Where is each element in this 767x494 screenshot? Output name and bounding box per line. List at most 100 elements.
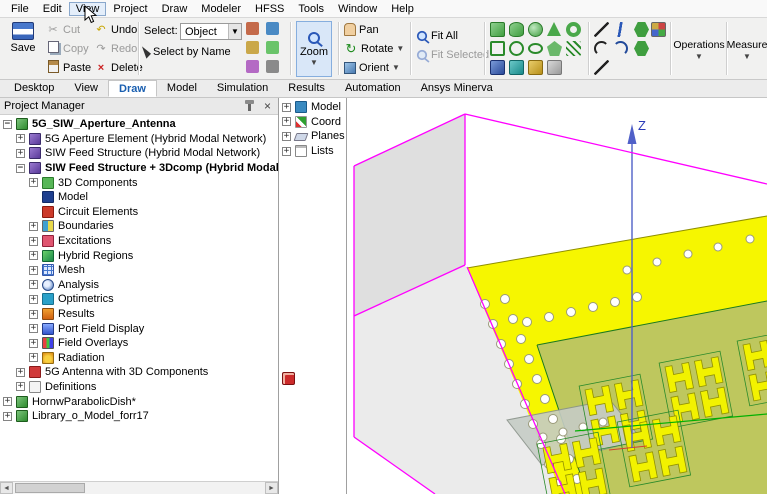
pin-icon[interactable] — [248, 102, 251, 111]
menu-item[interactable]: Help — [384, 2, 421, 16]
tree-item[interactable]: + HornwParabolicDish* — [0, 394, 278, 409]
draw-polygon-icon[interactable] — [547, 41, 562, 56]
ribbon-tab[interactable]: View — [64, 80, 108, 97]
scroll-left-button[interactable]: ◄ — [0, 482, 13, 494]
tree-expander[interactable]: + — [29, 178, 38, 187]
scrollbar-thumb[interactable] — [15, 483, 85, 493]
draw-cone-icon[interactable] — [547, 22, 561, 36]
zoom-button[interactable]: Zoom ▼ — [296, 21, 332, 77]
tree-expander[interactable]: + — [282, 103, 291, 112]
draw-ellipse-icon[interactable] — [528, 43, 543, 54]
select-faces-icon[interactable] — [246, 22, 259, 35]
draw-rectangle-icon[interactable] — [490, 41, 505, 56]
select-behind-icon[interactable] — [266, 60, 279, 73]
delete-button[interactable]: ×Delete — [94, 58, 143, 77]
fit-all-button[interactable]: Fit All — [416, 26, 489, 45]
draw-torus-icon[interactable] — [566, 22, 581, 37]
redo-button[interactable]: ↷Redo — [94, 39, 143, 58]
undo-button[interactable]: ↶Undo — [94, 20, 143, 39]
tree-expander[interactable]: + — [282, 147, 291, 156]
save-button[interactable]: Save — [6, 22, 40, 54]
tree-expander[interactable]: + — [29, 353, 38, 362]
orient-button[interactable]: Orient▼ — [344, 58, 404, 77]
pan-button[interactable]: Pan — [344, 20, 404, 39]
tree-item[interactable]: + Boundaries — [0, 219, 278, 234]
tree-item[interactable]: + Lists — [279, 144, 346, 159]
tree-item[interactable]: + 3D Components — [0, 175, 278, 190]
draw-box-icon[interactable] — [490, 22, 505, 37]
select-edges-icon[interactable] — [266, 22, 279, 35]
tree-item[interactable]: + Coord — [279, 115, 346, 130]
scroll-right-button[interactable]: ► — [265, 482, 278, 494]
tree-expander[interactable]: + — [29, 251, 38, 260]
select-multi-icon[interactable] — [246, 60, 259, 73]
menu-item[interactable]: Window — [331, 2, 384, 16]
menu-item[interactable]: Tools — [291, 2, 331, 16]
tree-item[interactable]: + Radiation — [0, 351, 278, 366]
menu-item[interactable]: Draw — [155, 2, 195, 16]
select-objects-icon[interactable] — [266, 41, 279, 54]
draw-helix-icon[interactable] — [566, 41, 581, 56]
tree-expander[interactable]: + — [16, 134, 25, 143]
draw-regular-polyhedron-icon[interactable] — [634, 41, 649, 56]
draw-spiral-icon[interactable] — [528, 60, 543, 75]
copy-button[interactable]: Copy — [46, 39, 91, 58]
tree-expander[interactable]: + — [282, 117, 291, 126]
ribbon-tab[interactable]: Results — [278, 80, 335, 97]
tree-expander[interactable]: + — [29, 310, 38, 319]
tree-item[interactable]: + Port Field Display — [0, 321, 278, 336]
tree-item[interactable]: + Optimetrics — [0, 292, 278, 307]
tree-expander[interactable]: + — [29, 237, 38, 246]
tree-item[interactable]: + Model — [279, 100, 346, 115]
operations-button[interactable]: Operations ▼ — [674, 21, 724, 77]
tree-item[interactable]: + Mesh — [0, 263, 278, 278]
tree-expander[interactable]: + — [29, 339, 38, 348]
tree-item[interactable]: − SIW Feed Structure + 3Dcomp (Hybrid Mo… — [0, 161, 278, 176]
tree-expander[interactable]: + — [29, 295, 38, 304]
draw-equation-surface-icon[interactable] — [547, 60, 562, 75]
draw-arc-3point-icon[interactable] — [613, 41, 628, 56]
draw-polyhedron-icon[interactable] — [490, 60, 505, 75]
modeler-3d-view[interactable]: Z — [347, 98, 767, 494]
menu-item[interactable]: Modeler — [194, 2, 248, 16]
tree-item[interactable]: + Field Overlays — [0, 336, 278, 351]
tree-item[interactable]: + Hybrid Regions — [0, 248, 278, 263]
tree-item[interactable]: + Planes — [279, 129, 346, 144]
draw-point-icon[interactable] — [651, 22, 666, 37]
tree-item[interactable]: + Library_o_Model_forr17 — [0, 409, 278, 424]
tree-item[interactable]: + 5G Antenna with 3D Components — [0, 365, 278, 380]
tree-expander[interactable]: + — [29, 324, 38, 333]
select-by-name-button[interactable]: Select by Name — [144, 42, 231, 61]
horizontal-scrollbar[interactable]: ◄ ► — [0, 481, 278, 494]
paste-button[interactable]: Paste — [46, 58, 91, 77]
ribbon-tab[interactable]: Ansys Minerva — [411, 80, 503, 97]
tree-expander[interactable]: + — [282, 132, 291, 141]
tree-expander[interactable]: + — [3, 412, 12, 421]
ribbon-tab[interactable]: Simulation — [207, 80, 278, 97]
tree-expander[interactable]: + — [29, 280, 38, 289]
rotate-button[interactable]: ↻Rotate▼ — [344, 39, 404, 58]
tree-item[interactable]: − 5G_SIW_Aperture_Antenna — [0, 117, 278, 132]
select-mode-dropdown[interactable]: Object ▼ — [180, 23, 242, 40]
tree-item[interactable]: + SIW Feed Structure (Hybrid Modal Netwo… — [0, 146, 278, 161]
minimized-window-icon[interactable] — [282, 372, 295, 385]
tree-expander[interactable]: + — [16, 382, 25, 391]
tree-expander[interactable]: + — [16, 149, 25, 158]
tree-expander[interactable]: + — [16, 368, 25, 377]
select-vertices-icon[interactable] — [246, 41, 259, 54]
3d-viewport-canvas[interactable]: Z — [347, 98, 767, 494]
draw-circle-icon[interactable] — [509, 41, 524, 56]
ribbon-tab[interactable]: Model — [157, 80, 207, 97]
draw-arc-center-icon[interactable] — [594, 41, 609, 56]
draw-spline-icon[interactable] — [613, 22, 628, 37]
tree-expander[interactable]: + — [3, 397, 12, 406]
tree-expander[interactable]: − — [3, 120, 12, 129]
tree-item[interactable]: + 5G Aperture Element (Hybrid Modal Netw… — [0, 132, 278, 147]
menu-item[interactable]: File — [4, 2, 36, 16]
fit-selected-button[interactable]: Fit Selected — [416, 45, 489, 64]
ribbon-tab[interactable]: Draw — [108, 80, 157, 97]
tree-expander[interactable]: − — [16, 164, 25, 173]
menu-item[interactable]: Project — [106, 2, 154, 16]
measure-button[interactable]: Measure ▼ — [728, 21, 766, 77]
tree-item[interactable]: Circuit Elements — [0, 205, 278, 220]
